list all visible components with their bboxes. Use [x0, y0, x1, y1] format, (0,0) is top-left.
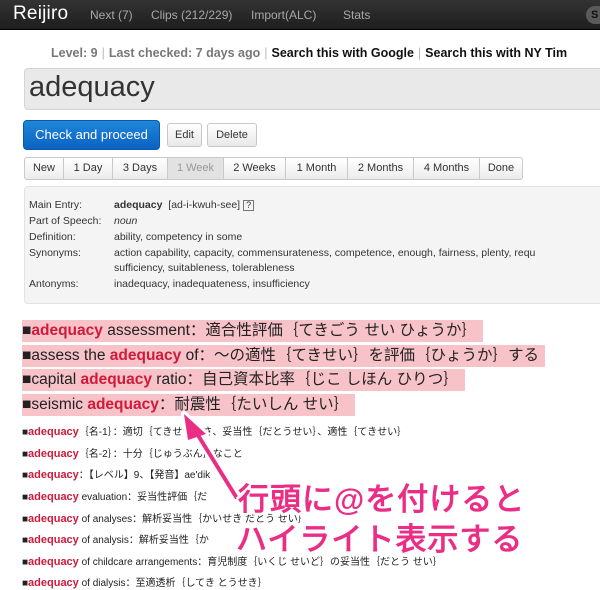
edit-button[interactable]: Edit	[167, 123, 202, 147]
definition-label: Definition:	[29, 231, 76, 243]
pronunciation-help-icon[interactable]: ?	[243, 200, 255, 211]
word-title-well: adequacy	[24, 68, 600, 110]
interval-new-button[interactable]: New	[24, 157, 64, 180]
definition-value: ability, competency in some	[114, 231, 243, 243]
annotation-text-line1: 行頭に@を付けると	[238, 482, 526, 517]
part-of-speech-label: Part of Speech:	[29, 215, 102, 227]
interval-button-group: New 1 Day 3 Days 1 Week 2 Weeks 1 Month …	[24, 157, 523, 180]
interval-1month-button[interactable]: 1 Month	[286, 157, 348, 180]
main-entry-word: adequacy	[114, 199, 163, 211]
antonyms-value: inadequacy, inadequateness, insufficienc…	[114, 278, 310, 290]
part-of-speech-value: noun	[114, 215, 138, 227]
list-item: ■adequacy｛名-1｝：適切｛てきせつ｝さ、妥当性｛だとうせい｝、適性｛て…	[22, 426, 408, 438]
interval-4months-button[interactable]: 4 Months	[414, 157, 480, 180]
list-item: ■adequacy：【レベル】9、【発音】ae'dik	[22, 469, 211, 481]
level-label: Level: 9	[51, 46, 98, 60]
brand-logo[interactable]: Reijiro	[13, 3, 68, 25]
nav-next[interactable]: Next (7)	[90, 8, 133, 22]
interval-2weeks-button[interactable]: 2 Weeks	[224, 157, 286, 180]
antonyms-label: Antonyms:	[29, 278, 79, 290]
interval-done-button[interactable]: Done	[480, 157, 523, 180]
top-navbar: Reijiro Next (7) Clips (212/229) Import(…	[0, 0, 600, 30]
list-item: ■adequacy of analysis：解析妥当性｛か	[22, 534, 209, 546]
list-item: ■adequacy｛名-2｝：十分｛じゅうぶん｝なこと	[22, 448, 243, 460]
highlighted-entry: ■seismic adequacy：耐震性｛たいしん せい｝	[22, 394, 356, 416]
interval-1day-button[interactable]: 1 Day	[64, 157, 113, 180]
interval-2months-button[interactable]: 2 Months	[348, 157, 414, 180]
annotation-text-line2: ハイライト表示する	[236, 522, 524, 557]
last-checked-label: Last checked: 7 days ago	[108, 46, 261, 60]
thesaurus-panel: Main Entry: adequacy [ad-i-kwuh-see]? Pa…	[24, 186, 600, 304]
interval-3days-button[interactable]: 3 Days	[113, 157, 168, 180]
user-menu-badge[interactable]: S	[586, 6, 600, 24]
word-info-line: Level: 9 | Last checked: 7 days ago | Search…	[51, 46, 568, 60]
highlighted-entry: ■assess the adequacy of：～の適性｛てきせい｝を評価｛ひょ…	[22, 345, 546, 367]
delete-button[interactable]: Delete	[207, 123, 257, 147]
pronunciation: [ad-i-kwuh-see]	[168, 199, 241, 211]
main-entry-label: Main Entry:	[29, 199, 83, 211]
highlighted-entry: ■capital adequacy ratio：自己資本比率｛じこ しほん ひり…	[22, 369, 465, 391]
synonyms-value-line1: action capability, capacity, commensurat…	[114, 247, 536, 259]
nav-stats[interactable]: Stats	[343, 8, 370, 22]
synonyms-label: Synonyms:	[29, 247, 81, 259]
search-nyt-link[interactable]: Search this with NY Tim	[425, 46, 567, 60]
main-entry-value: adequacy [ad-i-kwuh-see]?	[114, 199, 255, 211]
nav-clips[interactable]: Clips (212/229)	[151, 8, 232, 22]
word-title: adequacy	[29, 71, 155, 103]
list-item: ■adequacy evaluation：妥当性評価｛だ	[22, 491, 208, 503]
nav-import-alc[interactable]: Import(ALC)	[251, 8, 316, 22]
search-google-link[interactable]: Search this with Google	[272, 46, 414, 60]
check-and-proceed-button[interactable]: Check and proceed	[23, 120, 160, 150]
list-item: ■adequacy of dialysis：至適透析｛してき とうせき｝	[22, 577, 268, 589]
interval-1week-button[interactable]: 1 Week	[168, 157, 224, 180]
synonyms-value-line2: sufficiency, suitableness, tolerableness	[114, 262, 295, 274]
highlighted-entry: ■adequacy assessment：適合性評価｛てきごう せい ひょうか｝	[22, 320, 484, 342]
